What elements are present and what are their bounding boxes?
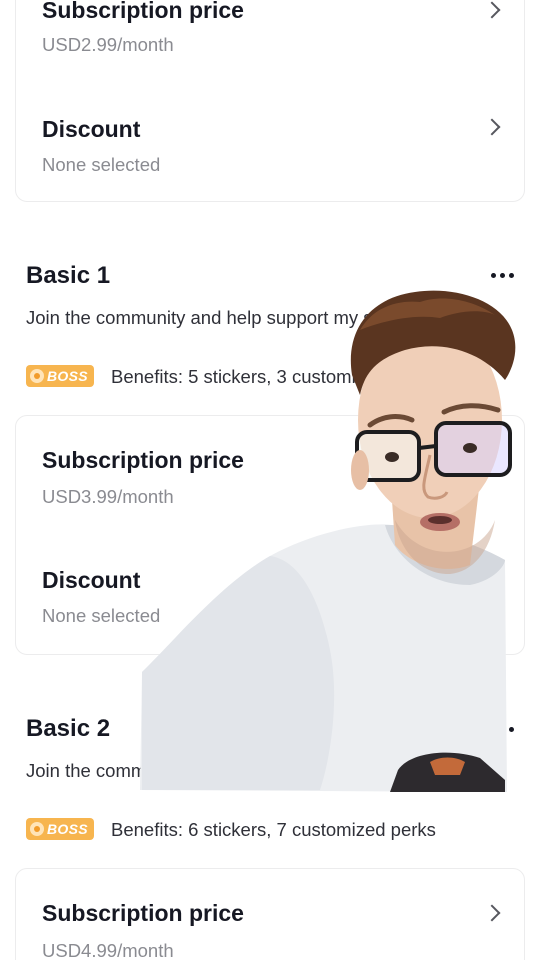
badge-label: BOSS xyxy=(47,368,88,384)
subscription-price-value: USD3.99/month xyxy=(42,486,174,507)
subscription-price-value: USD4.99/month xyxy=(42,940,174,960)
subscription-price-row[interactable]: Subscription price USD4.99/month xyxy=(16,869,524,960)
subscription-price-label: Subscription price xyxy=(42,447,244,473)
chevron-right-icon xyxy=(483,1,501,19)
discount-value: None selected xyxy=(42,154,161,175)
chevron-right-icon xyxy=(483,904,501,922)
tier-title: Basic 2 xyxy=(26,715,111,742)
tier-title: Basic 1 xyxy=(26,262,111,289)
badge-label: BOSS xyxy=(47,821,88,837)
subscription-price-label: Subscription price xyxy=(42,900,244,926)
discount-label: Discount xyxy=(42,567,141,593)
more-horizontal-icon[interactable] xyxy=(491,727,514,732)
discount-value: None selected xyxy=(42,605,161,626)
tier-benefits: Benefits: 6 stickers, 7 customized perks xyxy=(111,819,436,840)
discount-row[interactable]: Discount None selected xyxy=(16,83,524,175)
discount-row[interactable]: Discount None selected xyxy=(16,534,524,626)
tier-benefits: Benefits: 5 stickers, 3 customized perks xyxy=(111,366,436,387)
more-horizontal-icon[interactable] xyxy=(491,273,514,278)
subscription-price-row[interactable]: Subscription price USD2.99/month xyxy=(16,0,524,61)
chevron-right-icon xyxy=(483,118,501,136)
discount-label: Discount xyxy=(42,116,141,142)
tier-settings-card: Subscription price USD3.99/month Discoun… xyxy=(15,415,525,655)
boss-badge-icon: BOSS xyxy=(26,365,94,387)
subscription-price-label: Subscription price xyxy=(42,0,244,23)
subscription-price-value: USD2.99/month xyxy=(42,34,174,55)
tier-settings-card: Subscription price USD4.99/month xyxy=(15,868,525,960)
top-tier-settings-card: Subscription price USD2.99/month Discoun… xyxy=(15,0,525,202)
subscription-price-row[interactable]: Subscription price USD3.99/month xyxy=(16,416,524,507)
tier-description: Join the community and help support my s… xyxy=(26,760,421,781)
tier-description: Join the community and help support my s… xyxy=(26,307,421,328)
boss-badge-icon: BOSS xyxy=(26,818,94,840)
